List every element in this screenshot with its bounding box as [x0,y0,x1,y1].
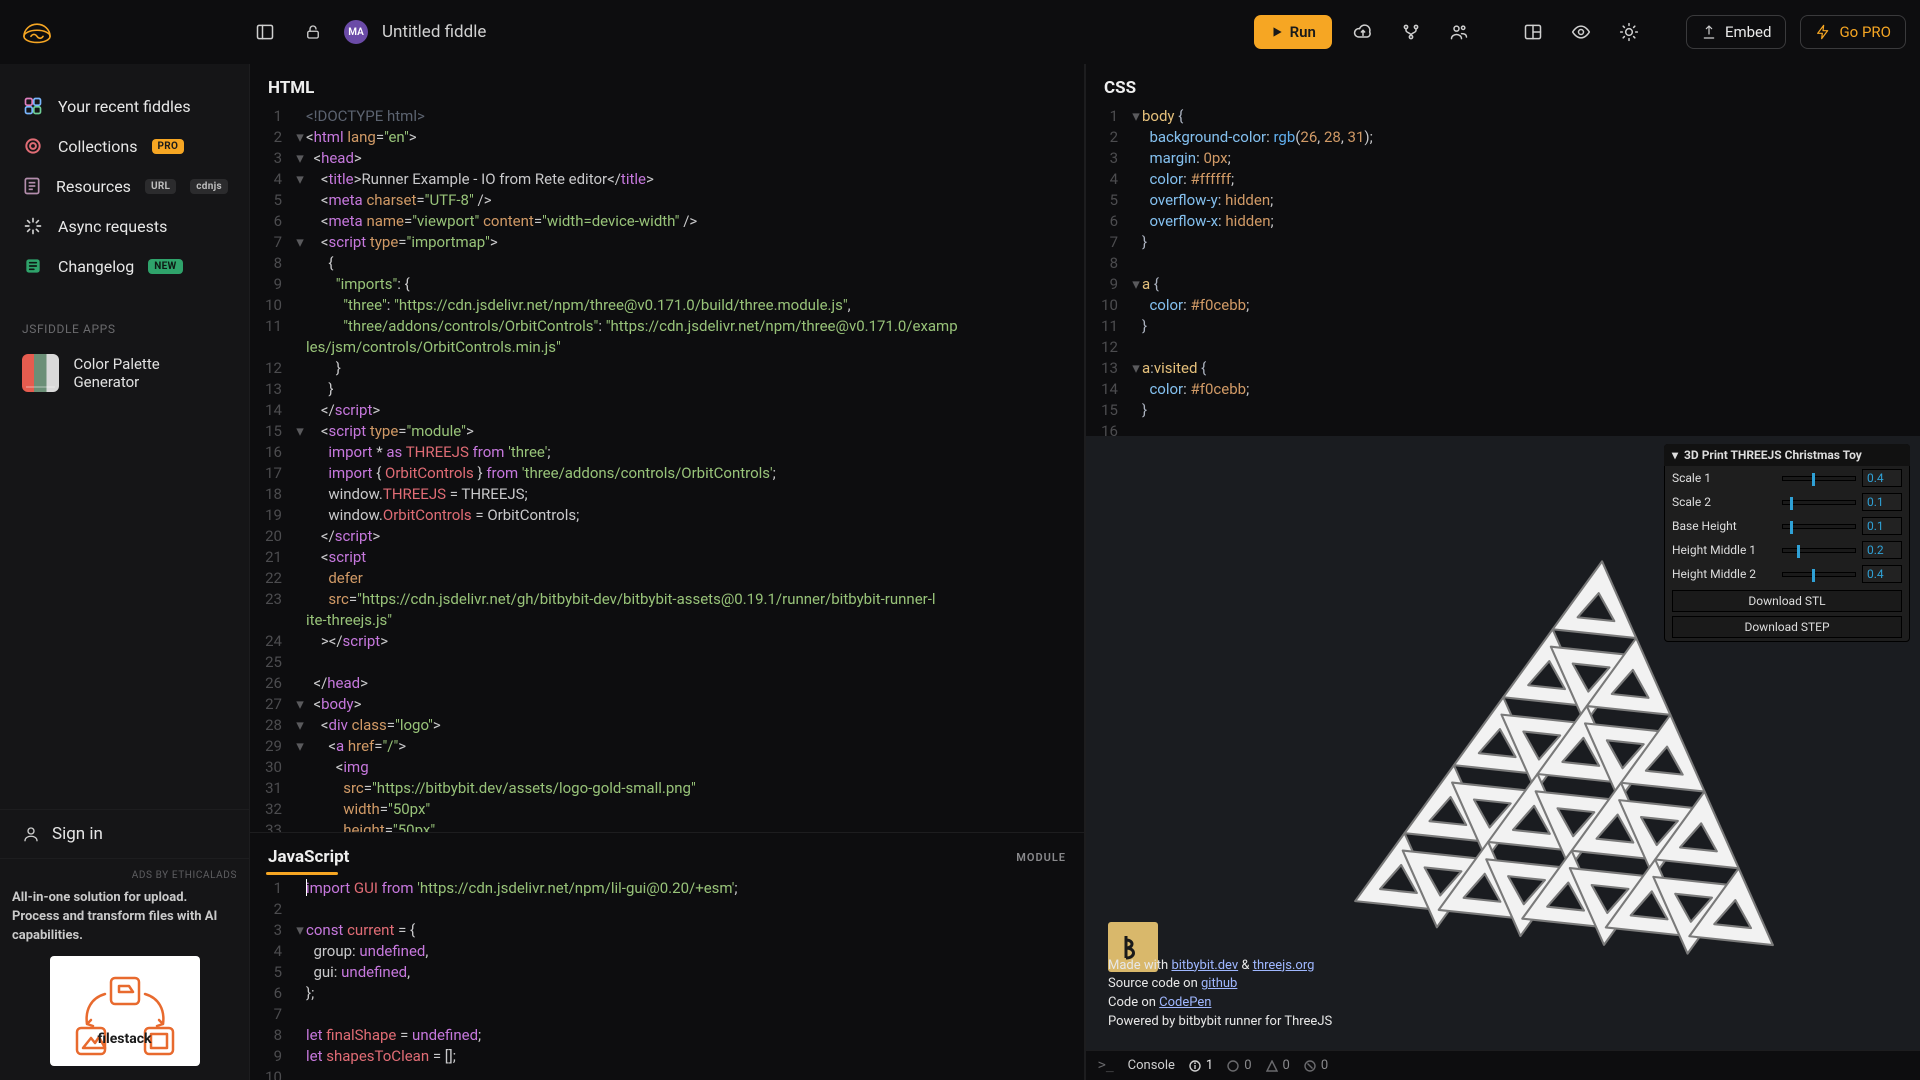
output-pane: CSS 1▾body {2 background-color: rgb(26, … [1085,64,1920,1080]
html-pane-title: HTML [250,64,1084,106]
gui-value[interactable]: 0.2 [1862,541,1902,559]
resources-icon [22,175,42,197]
gui-title[interactable]: ▾ 3D Print THREEJS Christmas Toy [1664,444,1910,466]
gui-slider[interactable] [1782,524,1856,529]
gui-row-label: Base Height [1672,519,1776,533]
ad-text: All-in-one solution for upload. Process … [12,889,237,946]
gui-slider[interactable] [1782,500,1856,505]
js-editor[interactable]: 1import GUI from 'https://cdn.jsdelivr.n… [250,878,1084,1080]
sidebar-item-label: Changelog [58,257,134,276]
html-editor[interactable]: 1<!DOCTYPE html>2▾<html lang="en">3▾ <he… [250,106,1084,832]
credits: Made with bitbybit.dev & threejs.org Sou… [1108,957,1332,1032]
avatar-initials: MA [348,27,364,38]
ad-block[interactable]: ADS BY ETHICALADS All-in-one solution fo… [0,858,249,1080]
sidebar-item-recent[interactable]: Your recent fiddles [0,86,249,126]
css-editor[interactable]: 1▾body {2 background-color: rgb(26, 28, … [1086,106,1920,436]
fiddle-title[interactable]: Untitled fiddle [382,22,486,42]
avatar[interactable]: MA [344,20,368,44]
gui-value[interactable]: 0.4 [1862,469,1902,487]
sidebar: Your recent fiddles Collections PRO Reso… [0,64,250,1080]
gui-row-label: Scale 2 [1672,495,1776,509]
go-pro-button[interactable]: Go PRO [1800,15,1906,49]
console-label: Console [1128,1058,1175,1073]
sidebar-item-collections[interactable]: Collections PRO [0,126,249,166]
gui-title-text: 3D Print THREEJS Christmas Toy [1684,448,1862,462]
gui-row-2: Base Height 0.1 [1664,514,1910,538]
async-icon [22,215,44,237]
gui-row-1: Scale 2 0.1 [1664,490,1910,514]
recent-icon [22,95,44,117]
link-bitbybit[interactable]: bitbybit.dev [1171,958,1238,973]
console-info-count: 1 [1189,1058,1213,1073]
console-warn-count: 0 [1227,1058,1251,1073]
html-pane: HTML 1<!DOCTYPE html>2▾<html lang="en">3… [250,64,1085,832]
css-pane-title: CSS [1086,64,1920,106]
gui-value[interactable]: 0.1 [1862,517,1902,535]
run-button-label: Run [1290,23,1316,41]
fork-icon[interactable] [1394,15,1428,49]
apps-heading: JSFIDDLE APPS [0,294,249,344]
layout-icon[interactable] [1516,15,1550,49]
result-canvas[interactable]: ▾ 3D Print THREEJS Christmas Toy Scale 1… [1086,436,1920,1050]
ad-image: filestack [50,956,200,1066]
console-err-count: 0 [1266,1058,1290,1073]
link-codepen[interactable]: CodePen [1159,995,1211,1010]
module-badge[interactable]: MODULE [1016,851,1066,864]
sidebar-toggle-icon[interactable] [248,15,282,49]
changelog-icon [22,255,44,277]
gui-row-label: Scale 1 [1672,471,1776,485]
gui-row-0: Scale 1 0.4 [1664,466,1910,490]
run-button[interactable]: Run [1254,15,1332,49]
js-pane: JavaScript MODULE 1import GUI from 'http… [250,832,1085,1080]
sidebar-item-label: Your recent fiddles [58,97,191,116]
js-pane-title: JavaScript [268,847,349,867]
gui-value[interactable]: 0.4 [1862,565,1902,583]
embed-button[interactable]: Embed [1686,15,1787,49]
pill-url: cdnjs [190,179,228,194]
sidebar-item-label: Async requests [58,217,167,236]
threejs-render [1286,536,1846,1036]
preview-icon[interactable] [1564,15,1598,49]
sidebar-item-resources[interactable]: Resources URL cdnjs [0,166,249,206]
embed-button-label: Embed [1725,23,1772,41]
sidebar-item-changelog[interactable]: Changelog NEW [0,246,249,286]
sign-in-label: Sign in [52,824,103,844]
ad-image-label: filestack [98,1031,152,1047]
sidebar-app-color-palette[interactable]: Color Palette Generator [0,344,249,402]
console-log-count: 0 [1304,1058,1328,1073]
cloud-upload-icon[interactable] [1346,15,1380,49]
ad-provider: ADS BY ETHICALADS [12,869,237,884]
sign-in-button[interactable]: Sign in [0,809,249,858]
sidebar-item-label: Resources [56,177,131,196]
sidebar-item-label: Collections [58,137,138,156]
go-pro-label: Go PRO [1839,23,1891,41]
pill-pro: PRO [152,139,185,154]
console-bar[interactable]: >_ Console 1 0 0 0 [1086,1050,1920,1080]
palette-swatch-icon [22,354,59,392]
sidebar-item-async[interactable]: Async requests [0,206,249,246]
console-prompt-icon: >_ [1098,1058,1114,1073]
link-github[interactable]: github [1201,976,1237,991]
theme-icon[interactable] [1612,15,1646,49]
collections-icon [22,135,44,157]
link-threejs[interactable]: threejs.org [1253,958,1315,973]
pill-new: NEW [148,259,182,274]
topbar: MA Untitled fiddle Run Embed Go PRO [0,0,1920,64]
sidebar-app-label: Color Palette Generator [73,355,227,391]
collab-icon[interactable] [1442,15,1476,49]
gui-slider[interactable] [1782,476,1856,481]
lock-icon[interactable] [296,15,330,49]
chevron-down-icon: ▾ [1672,448,1678,462]
jsfiddle-logo[interactable] [14,16,60,48]
gui-value[interactable]: 0.1 [1862,493,1902,511]
pill-url: URL [145,179,176,194]
